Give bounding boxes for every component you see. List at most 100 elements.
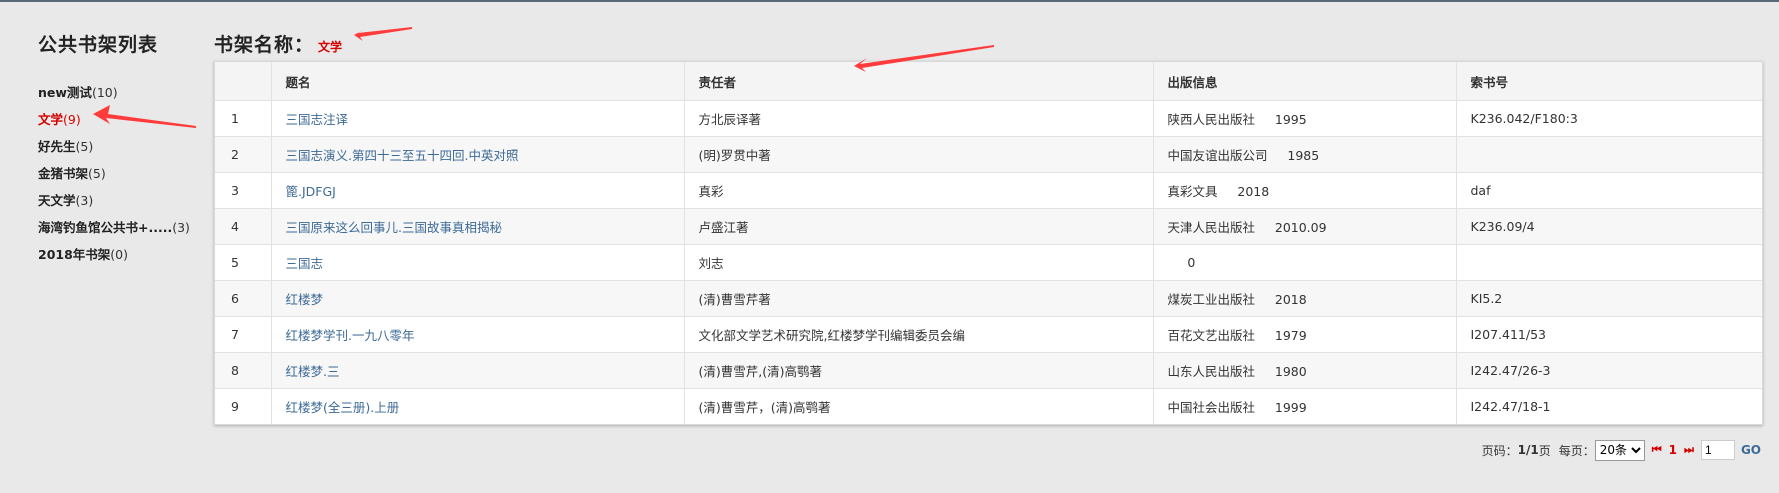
shelf-item-name: new测试: [38, 85, 92, 100]
table-cell: 卢盛江著: [684, 208, 1154, 245]
book-title-link[interactable]: 红楼梦: [286, 292, 324, 307]
table-row: 5 三国志 刘志 0: [215, 244, 1762, 281]
shelf-name-value: 文学: [318, 40, 343, 54]
book-title-link[interactable]: 篦.JDFGJ: [286, 184, 336, 199]
table-cell: daf: [1456, 172, 1762, 209]
book-title-link[interactable]: 红楼梦(全三册).上册: [286, 400, 400, 415]
table-cell: 5: [215, 244, 272, 281]
col-header-title[interactable]: 题名: [271, 62, 685, 101]
sidebar-shelf-item[interactable]: 海湾钓鱼馆公共书+.....(3): [38, 214, 208, 241]
table-cell: 刘志: [684, 244, 1154, 281]
book-author: 方北辰译著: [698, 112, 762, 127]
table-cell: 天津人民出版社 2010.09: [1153, 208, 1457, 245]
book-publication: 山东人民出版社 1980: [1167, 364, 1307, 379]
table-cell: [1456, 244, 1762, 281]
book-title-link[interactable]: 三国志演义.第四十三至五十四回.中英对照: [286, 148, 519, 163]
col-header-call-number[interactable]: 索书号: [1456, 62, 1762, 101]
table-cell: 三国原来这么回事儿.三国故事真相揭秘: [271, 208, 685, 245]
book-table: 题名 责任者 出版信息 索书号 1 三国志注译 方北辰译著 陕西人民出版社 1995 K…: [215, 62, 1762, 424]
table-row: 6 红楼梦 (清)曹雪芹著 煤炭工业出版社 2018 KI5.2: [215, 280, 1762, 317]
book-author: 文化部文学艺术研究院,红楼梦学刊编辑委员会编: [698, 328, 965, 343]
table-row: 9 红楼梦(全三册).上册 (清)曹雪芹，(清)高鹗著 中国社会出版社 1999 I24…: [215, 388, 1762, 425]
sidebar-shelf-item[interactable]: 金猪书架(5): [38, 160, 208, 187]
table-row: 8 红楼梦.三 (清)曹雪芹,(清)高鹗著 山东人民出版社 1980 I242.47/2…: [215, 352, 1762, 389]
table-cell: 文化部文学艺术研究院,红楼梦学刊编辑委员会编: [684, 316, 1154, 353]
book-title-link[interactable]: 红楼梦.三: [286, 364, 340, 379]
col-header-index: [215, 62, 272, 101]
table-cell: 2: [215, 136, 272, 173]
go-button[interactable]: GO: [1741, 443, 1761, 457]
page-jump-input[interactable]: [1700, 440, 1735, 460]
table-cell: 9: [215, 388, 272, 424]
book-publication: 真彩文具 2018: [1167, 184, 1270, 199]
book-publication: 百花文艺出版社 1979: [1167, 328, 1307, 343]
first-page-icon[interactable]: ⏮: [1652, 443, 1662, 457]
row-index: 9: [231, 399, 239, 414]
book-call-number: K236.042/F180:3: [1470, 111, 1578, 126]
table-cell: I207.411/53: [1456, 316, 1762, 353]
book-publication: 天津人民出版社 2010.09: [1167, 220, 1327, 235]
shelf-list: new测试(10) 文学(9) 好先生(5) 金猪书架(5) 天文学(3) 海湾钓鱼馆公共…: [38, 79, 208, 268]
book-author: (清)曹雪芹，(清)高鹗著: [698, 400, 831, 415]
table-cell: 中国友谊出版公司 1985: [1153, 136, 1457, 173]
book-author: 真彩: [698, 184, 724, 199]
table-cell: 中国社会出版社 1999: [1153, 388, 1457, 424]
table-cell: 三国志: [271, 244, 685, 281]
table-cell: (清)曹雪芹，(清)高鹗著: [684, 388, 1154, 424]
book-call-number: K236.09/4: [1470, 219, 1535, 234]
sidebar-shelf-item[interactable]: new测试(10): [38, 79, 208, 106]
last-page-icon[interactable]: ⏭: [1684, 443, 1694, 457]
book-title-link[interactable]: 三国原来这么回事儿.三国故事真相揭秘: [286, 220, 502, 235]
table-cell: 百花文艺出版社 1979: [1153, 316, 1457, 353]
book-publication: 中国社会出版社 1999: [1167, 400, 1307, 415]
shelf-item-name: 海湾钓鱼馆公共书+.....: [38, 220, 173, 235]
shelf-item-name: 金猪书架: [38, 166, 89, 181]
page-suffix: 页: [1538, 443, 1551, 458]
book-title-link[interactable]: 红楼梦学刊.一九八零年: [286, 328, 415, 343]
sidebar-shelf-item[interactable]: 文学(9): [38, 106, 208, 133]
book-title-link[interactable]: 三国志: [286, 256, 324, 271]
table-cell: 陕西人民出版社 1995: [1153, 100, 1457, 137]
table-cell: K236.09/4: [1456, 208, 1762, 245]
shelf-item-count: (5): [88, 166, 106, 181]
table-cell: I242.47/26-3: [1456, 352, 1762, 389]
sidebar-shelf-item[interactable]: 天文学(3): [38, 187, 208, 214]
table-row: 2 三国志演义.第四十三至五十四回.中英对照 (明)罗贯中著 中国友谊出版公司 198…: [215, 136, 1762, 173]
shelf-item-count: (0): [110, 247, 129, 262]
book-call-number: I242.47/26-3: [1470, 363, 1551, 378]
col-header-publication[interactable]: 出版信息: [1153, 62, 1457, 101]
table-cell: (清)曹雪芹著: [684, 280, 1154, 317]
row-index: 3: [231, 183, 239, 198]
shelf-item-name: 文学: [38, 112, 64, 127]
shelf-item-name: 好先生: [38, 139, 76, 154]
table-cell: 山东人民出版社 1980: [1153, 352, 1457, 389]
shelf-item-count: (9): [63, 112, 81, 127]
row-index: 5: [231, 255, 239, 270]
pagination: 页码： 1/1 页 每页： 20条 ⏮ 1 ⏭ GO: [1482, 439, 1761, 461]
book-publication: 中国友谊出版公司 1985: [1167, 148, 1320, 163]
sidebar-shelf-item[interactable]: 好先生(5): [38, 133, 208, 160]
table-cell: 4: [215, 208, 272, 245]
book-author: 刘志: [698, 256, 724, 271]
row-index: 2: [231, 147, 239, 162]
sidebar-shelf-item[interactable]: 2018年书架(0): [38, 241, 208, 268]
book-publication: 0: [1167, 255, 1196, 270]
per-page-select[interactable]: 20条: [1594, 439, 1645, 461]
shelf-item-count: (3): [75, 193, 94, 208]
table-cell: 煤炭工业出版社 2018: [1153, 280, 1457, 317]
current-page-link[interactable]: 1: [1669, 443, 1677, 457]
table-cell: 真彩文具 2018: [1153, 172, 1457, 209]
book-author: (明)罗贯中著: [698, 148, 771, 163]
book-call-number: I242.47/18-1: [1470, 399, 1551, 414]
shelf-item-count: (10): [91, 85, 118, 100]
col-header-author[interactable]: 责任者: [684, 62, 1154, 101]
table-cell: I242.47/18-1: [1456, 389, 1762, 425]
table-cell: 篦.JDFGJ: [271, 172, 685, 209]
sidebar-title: 公共书架列表: [38, 34, 159, 56]
per-page-label: 每页：: [1558, 443, 1595, 458]
book-publication: 煤炭工业出版社 2018: [1167, 292, 1307, 307]
table-cell: 1: [215, 100, 272, 137]
book-title-link[interactable]: 三国志注译: [286, 112, 349, 127]
table-cell: (明)罗贯中著: [684, 136, 1154, 173]
page-label: 页码：: [1481, 443, 1518, 458]
